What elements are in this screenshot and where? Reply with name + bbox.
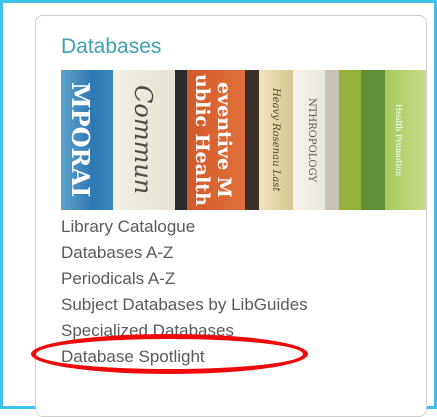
spine-text: Health Promotion bbox=[394, 103, 403, 177]
databases-panel: Databases MPORAI Commun ublic Health eve… bbox=[35, 15, 427, 417]
link-specialized-databases[interactable]: Specialized Databases bbox=[61, 318, 308, 344]
spine-text: Commun bbox=[129, 85, 157, 195]
book-spines-banner-image: MPORAI Commun ublic Health eventive M He… bbox=[61, 70, 426, 210]
book-spine bbox=[245, 70, 259, 210]
book-spine bbox=[339, 70, 361, 210]
book-spine bbox=[325, 70, 339, 210]
link-periodicals-a-z[interactable]: Periodicals A-Z bbox=[61, 266, 308, 292]
spine-text: ublic Health bbox=[191, 74, 213, 206]
link-subject-databases-by-libguides[interactable]: Subject Databases by LibGuides bbox=[61, 292, 308, 318]
database-links-list: Library Catalogue Databases A-Z Periodic… bbox=[61, 214, 308, 370]
link-library-catalogue[interactable]: Library Catalogue bbox=[61, 214, 308, 240]
panel-title: Databases bbox=[61, 35, 162, 58]
spine-text: eventive M bbox=[213, 82, 235, 198]
book-spine bbox=[175, 70, 187, 210]
spine-text: NTHROPOLOGY bbox=[306, 97, 317, 183]
spine-text: MPORAI bbox=[66, 82, 95, 198]
spine-text: Heavy Rosenau Last bbox=[270, 88, 281, 192]
book-spine bbox=[361, 70, 385, 210]
link-databases-a-z[interactable]: Databases A-Z bbox=[61, 240, 308, 266]
link-database-spotlight[interactable]: Database Spotlight bbox=[61, 344, 308, 370]
